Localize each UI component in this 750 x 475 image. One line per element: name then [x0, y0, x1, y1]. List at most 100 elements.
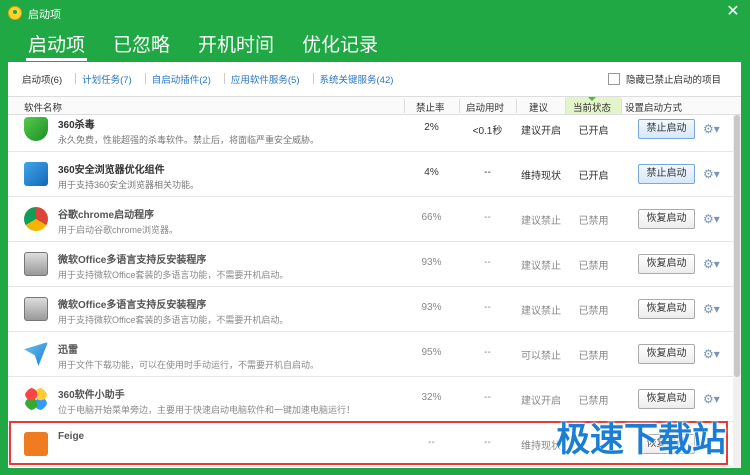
tab-boot-time[interactable]: 开机时间 [184, 24, 288, 62]
item-desc: 用于支持360安全浏览器相关功能。 [58, 180, 200, 190]
titlebar: 启动项 ✕ [0, 0, 750, 24]
item-rate: 93% [421, 302, 442, 313]
window-title: 启动项 [28, 9, 61, 21]
subtab-autostart-plugins[interactable]: 自启动插件(2) [146, 72, 226, 86]
item-desc: 用于启动谷歌chrome浏览器。 [58, 225, 179, 235]
office-disk-icon [24, 297, 48, 321]
tab-startup[interactable]: 启动项 [14, 24, 99, 62]
hide-disabled-option[interactable]: 隐藏已禁止启动的项目 [607, 72, 721, 86]
list-item[interactable]: 微软Office多语言支持反安装程序 用于支持微软Office套装的多语言功能，… [8, 242, 733, 287]
item-name: 360安全浏览器优化组件 [58, 165, 165, 176]
subtab-startup-items[interactable]: 启动项(6) [16, 72, 77, 86]
item-state: 已禁用 [578, 261, 609, 272]
gear-icon[interactable]: ⚙▾ [703, 122, 725, 136]
subtab-app-services[interactable]: 应用软件服务(5) [225, 72, 314, 86]
col-name[interactable]: 软件名称 [24, 100, 62, 114]
restore-startup-button[interactable]: 恢复启动 [638, 299, 695, 319]
scrollbar[interactable] [733, 115, 741, 468]
item-desc: 永久免费，性能超强的杀毒软件。禁止后，将面临严重安全威胁。 [58, 135, 320, 145]
item-name: 迅雷 [58, 345, 78, 356]
item-state: 已开启 [578, 126, 609, 137]
item-suggestion: 维持现状 [521, 171, 561, 182]
item-state: 已禁用 [578, 216, 609, 227]
item-rate: 2% [424, 122, 439, 133]
item-time: -- [484, 347, 491, 358]
startup-window: 启动项 ✕ 启动项 已忽略 开机时间 优化记录 启动项(6) 计划任务(7) 自… [0, 0, 750, 475]
item-state: 已禁用 [578, 306, 609, 317]
subtab-system-services[interactable]: 系统关键服务(42) [314, 72, 400, 86]
item-state: 已开启 [578, 171, 609, 182]
scroll-thumb[interactable] [734, 115, 740, 377]
office-disk-icon [24, 252, 48, 276]
hide-disabled-label: 隐藏已禁止启动的项目 [625, 75, 721, 86]
item-name: 谷歌chrome启动程序 [58, 210, 155, 221]
gear-icon[interactable]: ⚙▾ [703, 257, 725, 271]
item-desc: 用于支持微软Office套装的多语言功能，不需要开机启动。 [58, 270, 289, 280]
item-rate: 93% [421, 257, 442, 268]
item-desc: 位于电脑开始菜单旁边，主要用于快速启动电脑软件和一键加速电脑运行！ [58, 405, 356, 415]
item-time: -- [484, 302, 491, 313]
subtab-scheduled-tasks[interactable]: 计划任务(7) [76, 72, 146, 86]
col-settings: 设置启动方式 [625, 103, 683, 114]
gear-icon[interactable]: ⚙▾ [703, 212, 725, 226]
item-name: Feige [58, 431, 85, 442]
item-rate: 95% [421, 347, 442, 358]
restore-startup-button[interactable]: 恢复启动 [638, 389, 695, 409]
disable-startup-button[interactable]: 禁止启动 [638, 164, 695, 184]
hide-disabled-checkbox[interactable] [607, 73, 620, 85]
item-suggestion: 可以禁止 [521, 351, 561, 362]
tab-optimize-log[interactable]: 优化记录 [288, 24, 392, 62]
restore-startup-button[interactable]: 恢复启动 [638, 344, 695, 364]
item-suggestion: 建议开启 [521, 126, 561, 137]
feige-icon [24, 432, 48, 456]
item-state: 已禁用 [578, 351, 609, 362]
item-suggestion: 建议禁止 [521, 306, 561, 317]
list-item[interactable]: 360安全浏览器优化组件 用于支持360安全浏览器相关功能。 4% -- 维持现… [8, 152, 733, 197]
column-header: 软件名称 禁止率 启动用时 建议 当前状态 设置启动方式 [8, 96, 741, 115]
gear-icon[interactable]: ⚙▾ [703, 392, 725, 406]
item-desc: 用于支持微软Office套装的多语言功能，不需要开机启动。 [58, 315, 289, 325]
col-suggestion[interactable]: 建议 [529, 100, 548, 114]
item-time: -- [484, 167, 491, 178]
list-item[interactable]: 360杀毒 永久免费，性能超强的杀毒软件。禁止后，将面临严重安全威胁。 2% <… [8, 115, 733, 152]
chrome-icon [24, 207, 48, 231]
col-rate[interactable]: 禁止率 [416, 100, 445, 114]
content-panel: 启动项(6) 计划任务(7) 自启动插件(2) 应用软件服务(5) 系统关键服务… [8, 62, 741, 468]
shield-icon [24, 117, 48, 141]
col-state[interactable]: 当前状态 [573, 100, 611, 114]
item-time: -- [484, 392, 491, 403]
gear-icon[interactable]: ⚙▾ [703, 167, 725, 181]
list-item[interactable]: 谷歌chrome启动程序 用于启动谷歌chrome浏览器。 66% -- 建议禁… [8, 197, 733, 242]
item-rate: 4% [424, 167, 439, 178]
restore-startup-button[interactable]: 恢复启动 [638, 209, 695, 229]
item-state: 已禁用 [578, 396, 609, 407]
item-name: 微软Office多语言支持反安装程序 [58, 300, 207, 311]
thunder-icon [24, 342, 48, 366]
item-time: <0.1秒 [472, 126, 503, 137]
item-name: 微软Office多语言支持反安装程序 [58, 255, 207, 266]
balls-icon [24, 387, 48, 411]
item-suggestion: 建议禁止 [521, 261, 561, 272]
item-suggestion: 建议禁止 [521, 216, 561, 227]
item-desc: 用于文件下载功能，可以在使用时手动运行，不需要开机自启动。 [58, 360, 320, 370]
gear-icon[interactable]: ⚙▾ [703, 347, 725, 361]
gear-icon[interactable]: ⚙▾ [703, 302, 725, 316]
list-item[interactable]: 微软Office多语言支持反安装程序 用于支持微软Office套装的多语言功能，… [8, 287, 733, 332]
item-rate: -- [428, 437, 435, 448]
item-suggestion: 建议开启 [521, 396, 561, 407]
disable-startup-button[interactable]: 禁止启动 [638, 119, 695, 139]
item-time: -- [484, 212, 491, 223]
restore-startup-button[interactable]: 恢复启动 [638, 254, 695, 274]
tab-ignored[interactable]: 已忽略 [99, 24, 184, 62]
browser-icon [24, 162, 48, 186]
item-rate: 66% [421, 212, 442, 223]
item-time: -- [484, 257, 491, 268]
main-tabs: 启动项 已忽略 开机时间 优化记录 [14, 24, 392, 62]
item-rate: 32% [421, 392, 442, 403]
item-name: 360杀毒 [58, 120, 95, 131]
list-item[interactable]: 迅雷 用于文件下载功能，可以在使用时手动运行，不需要开机自启动。 95% -- … [8, 332, 733, 377]
subtab-bar: 启动项(6) 计划任务(7) 自启动插件(2) 应用软件服务(5) 系统关键服务… [8, 62, 741, 96]
col-time[interactable]: 启动用时 [466, 100, 504, 114]
app-logo-icon [8, 6, 22, 20]
close-icon[interactable]: ✕ [724, 3, 742, 21]
